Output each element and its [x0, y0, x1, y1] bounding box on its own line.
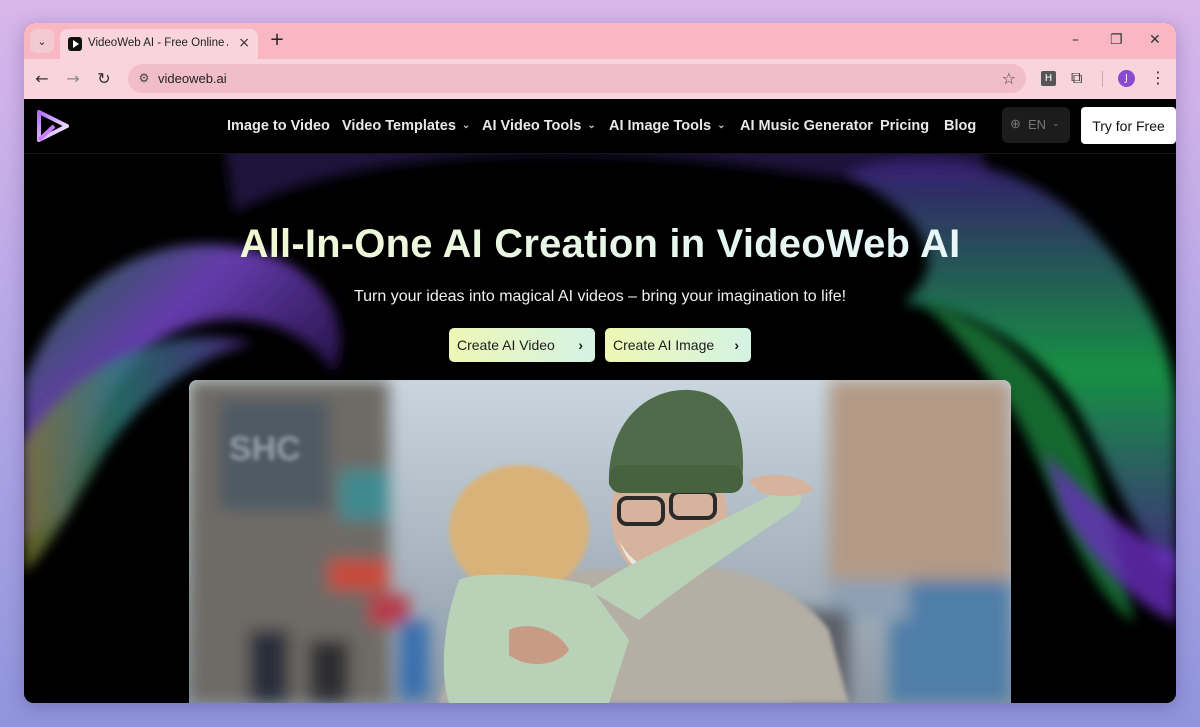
cta-label: Create AI Image — [613, 337, 715, 353]
site-info-icon[interactable]: ⚙ — [136, 70, 152, 86]
nav-item-pricing[interactable]: Pricing — [880, 118, 929, 134]
browser-menu-icon[interactable]: ⋮ — [1150, 68, 1166, 87]
language-code: EN — [1028, 117, 1047, 132]
create-ai-image-button[interactable]: Create AI Image › — [605, 328, 751, 362]
hero-title: All-In-One AI Creation in VideoWeb AI — [24, 222, 1176, 267]
tab-strip: ⌄ VideoWeb AI - Free Online AI V × + – ❐… — [24, 23, 1176, 59]
create-ai-video-button[interactable]: Create AI Video › — [449, 328, 595, 362]
profile-avatar[interactable]: J — [1118, 70, 1135, 87]
chevron-right-icon: › — [734, 337, 739, 353]
new-tab-button[interactable]: + — [266, 29, 288, 51]
toolbar-divider — [1102, 71, 1103, 87]
hero-video[interactable]: SHC — [189, 380, 1011, 703]
hero-subtitle: Turn your ideas into magical AI videos –… — [353, 288, 847, 305]
videoweb-favicon-icon — [68, 37, 82, 51]
street-sign-text: SHC — [229, 430, 301, 468]
nav-item-ai-music-generator[interactable]: AI Music Generator — [740, 118, 873, 134]
extension-h-icon[interactable]: H — [1041, 71, 1056, 86]
chevron-down-icon: ⌄ — [1052, 118, 1060, 128]
chevron-down-icon: ⌄ — [587, 120, 596, 131]
chevron-down-icon: ⌄ — [461, 120, 471, 131]
try-for-free-button[interactable]: Try for Free — [1081, 107, 1176, 144]
nav-item-label: AI Image Tools — [609, 118, 712, 134]
nav-item-video-templates[interactable]: Video Templates ⌄ — [342, 118, 470, 134]
language-selector[interactable]: ⊕ EN ⌄ — [1002, 107, 1070, 143]
restore-icon[interactable]: ❐ — [1110, 32, 1123, 48]
tab-title: VideoWeb AI - Free Online AI V — [88, 37, 228, 49]
chevron-down-icon: ⌄ — [717, 120, 726, 131]
globe-icon: ⊕ — [1010, 116, 1021, 131]
tab-search-button[interactable]: ⌄ — [30, 29, 54, 53]
nav-item-label: AI Video Tools — [482, 118, 582, 134]
address-bar[interactable]: ⚙ videoweb.ai ☆ — [128, 64, 1026, 93]
tab-close-icon[interactable]: × — [238, 35, 250, 51]
site-header: Image to Video Video Templates ⌄ AI Video… — [24, 99, 1176, 154]
bookmark-star-icon[interactable]: ☆ — [1002, 69, 1016, 88]
web-page: Image to Video Video Templates ⌄ AI Video… — [24, 99, 1176, 703]
videoweb-logo-icon[interactable] — [36, 109, 70, 143]
nav-item-ai-video-tools[interactable]: AI Video Tools ⌄ — [482, 118, 596, 134]
close-window-icon[interactable]: ✕ — [1149, 32, 1161, 48]
browser-window: ⌄ VideoWeb AI - Free Online AI V × + – ❐… — [24, 23, 1176, 703]
browser-toolbar: ← → ↻ ⚙ videoweb.ai ☆ H ⧉ J ⋮ — [24, 59, 1176, 99]
url-text[interactable]: videoweb.ai — [158, 71, 227, 86]
reload-icon[interactable]: ↻ — [94, 69, 114, 89]
browser-tab[interactable]: VideoWeb AI - Free Online AI V × — [60, 29, 258, 59]
chevron-down-icon: ⌄ — [37, 34, 47, 48]
hero-video-still: SHC — [189, 380, 1011, 703]
back-arrow-icon[interactable]: ← — [32, 69, 52, 89]
nav-item-ai-image-tools[interactable]: AI Image Tools ⌄ — [609, 118, 725, 134]
extensions-puzzle-icon[interactable]: ⧉ — [1071, 68, 1082, 88]
nav-item-label: Video Templates — [342, 118, 456, 134]
nav-item-blog[interactable]: Blog — [944, 118, 976, 134]
chevron-right-icon: › — [578, 337, 583, 353]
forward-arrow-icon[interactable]: → — [63, 69, 83, 89]
nav-item-image-to-video[interactable]: Image to Video — [227, 118, 330, 134]
cta-label: Create AI Video — [457, 337, 555, 353]
minimize-icon[interactable]: – — [1072, 32, 1079, 48]
